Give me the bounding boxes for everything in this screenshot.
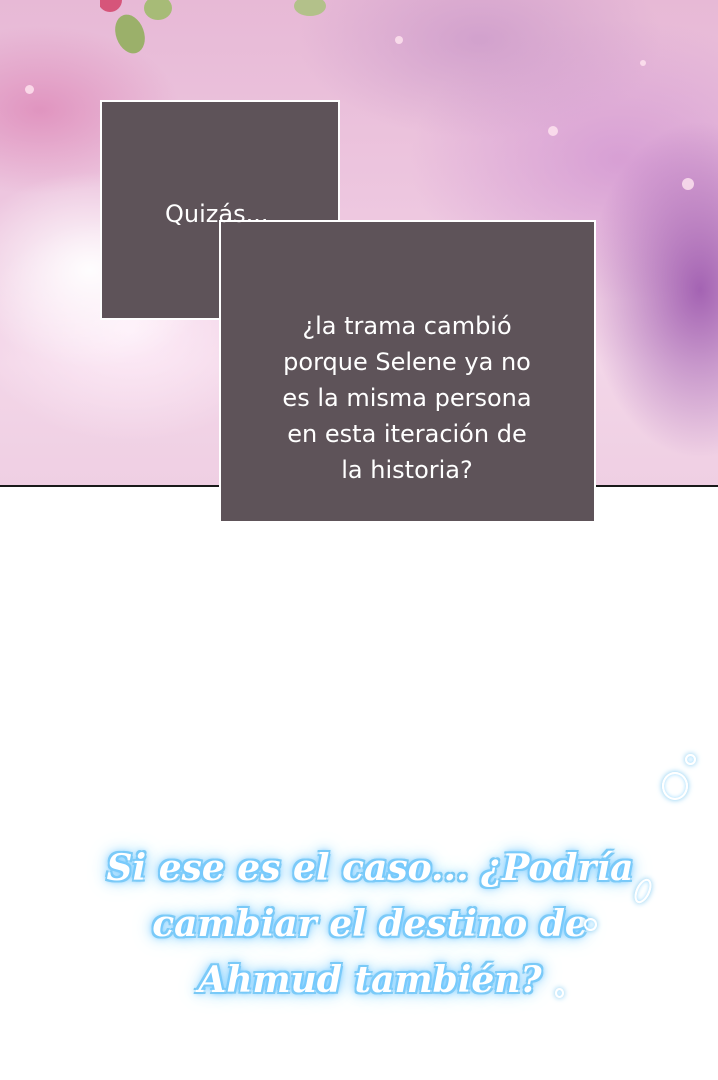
sparkle — [640, 60, 646, 66]
leaf-icon — [294, 0, 326, 16]
narration-line: porque Selene ya no — [283, 348, 531, 376]
bubble-icon — [584, 918, 597, 931]
sparkle — [548, 126, 558, 136]
bubble-icon — [662, 772, 688, 800]
narration-text-1: Quizás... — [165, 200, 269, 228]
narration-line: la historia? — [341, 456, 473, 484]
thought-line: Ahmud también? — [198, 959, 542, 1001]
bubble-icon — [685, 754, 696, 765]
thought-line: Si ese es el caso... ¿Podría — [106, 847, 634, 889]
sparkle — [682, 178, 694, 190]
leaf-icon — [100, 0, 172, 54]
narration-line: en esta iteración de — [287, 420, 527, 448]
narration-line: es la misma persona — [282, 384, 532, 412]
sparkle — [395, 36, 403, 44]
narration-line: ¿la trama cambió — [302, 312, 512, 340]
narration-text-2: ¿la trama cambió porque Selene ya no es … — [222, 308, 592, 488]
sparkle — [25, 85, 34, 94]
bubble-icon — [555, 988, 564, 998]
